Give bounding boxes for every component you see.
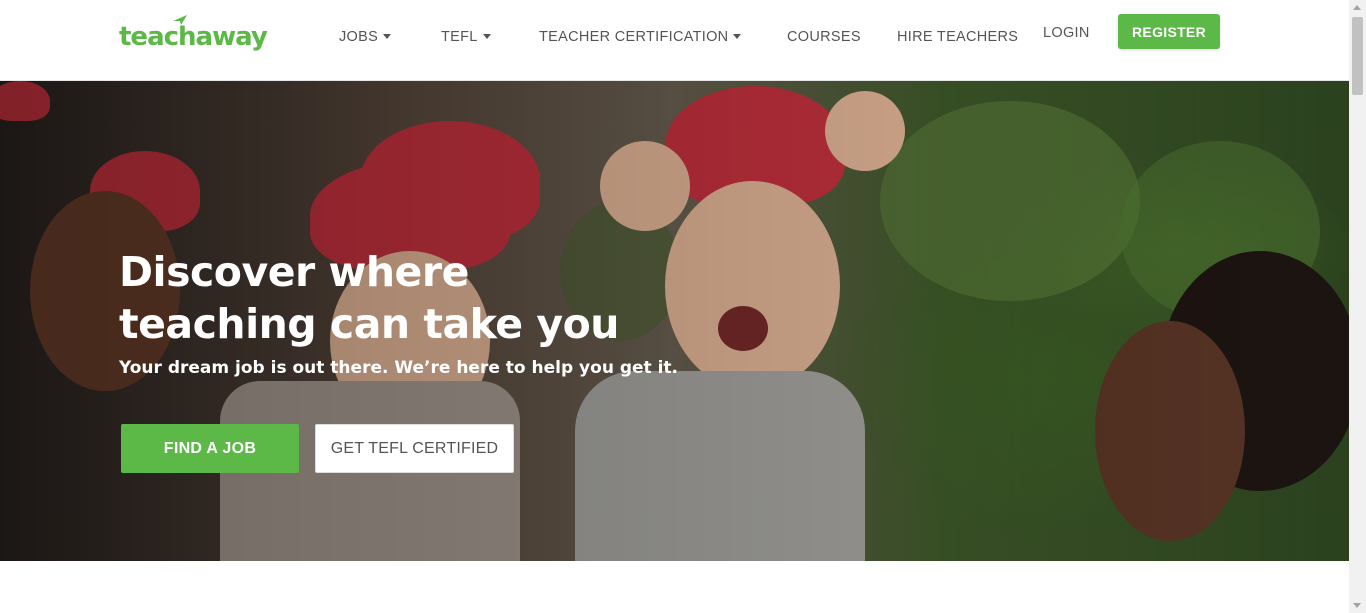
logo-text: teachaway [119,22,268,52]
caret-down-icon [733,33,742,39]
scroll-down-arrow-icon[interactable] [1353,603,1361,608]
hero-title-line1: Discover where [119,248,469,296]
get-tefl-certified-button[interactable]: GET TEFL CERTIFIED [315,424,514,473]
nav-jobs[interactable]: JOBS [339,29,392,45]
nav-jobs-label: JOBS [339,29,379,45]
hero-subtitle: Your dream job is out there. We’re here … [119,358,678,378]
hero-section: Discover where teaching can take you You… [0,81,1349,561]
login-label: LOGIN [1043,25,1090,41]
nav-teacher-certification-label: TEACHER CERTIFICATION [539,29,729,45]
site-header: teachaway JOBS TEFL TEACHER CERTIFICATIO… [0,0,1349,81]
nav-courses[interactable]: COURSES [787,29,861,45]
page-scrollbar[interactable] [1349,0,1366,613]
nav-tefl-label: TEFL [441,29,478,45]
nav-courses-label: COURSES [787,29,861,45]
hero-title: Discover where teaching can take you [119,246,679,350]
hero-title-line2: teaching can take you [119,300,619,348]
login-link[interactable]: LOGIN [1043,25,1090,41]
register-button[interactable]: REGISTER [1118,14,1220,49]
caret-down-icon [383,33,392,39]
nav-tefl[interactable]: TEFL [441,29,491,45]
nav-hire-teachers-label: HIRE TEACHERS [897,29,1019,45]
caret-down-icon [482,33,491,39]
find-a-job-button[interactable]: FIND A JOB [121,424,299,473]
teachaway-logo[interactable]: teachaway [119,14,269,58]
nav-hire-teachers[interactable]: HIRE TEACHERS [897,29,1018,45]
nav-teacher-certification[interactable]: TEACHER CERTIFICATION [539,29,742,45]
scrollbar-thumb[interactable] [1352,17,1363,95]
scroll-up-arrow-icon[interactable] [1353,5,1361,10]
